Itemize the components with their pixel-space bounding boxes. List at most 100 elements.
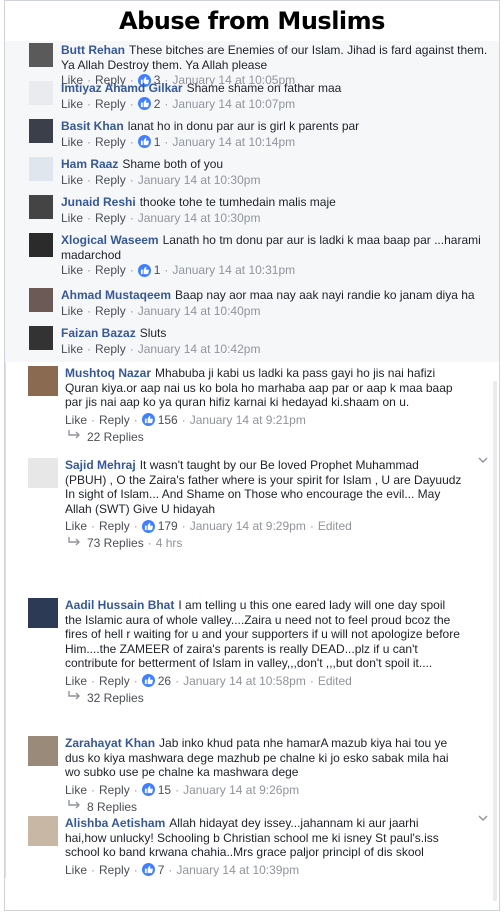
commenter-name[interactable]: Zarahayat Khan — [65, 736, 155, 750]
avatar[interactable] — [28, 816, 58, 846]
comment: Imtiyaz Ahamd Gilkar Shame shame on fatha… — [29, 79, 493, 117]
commenter-name[interactable]: Butt Rehan — [61, 43, 125, 57]
like-button[interactable]: Like — [65, 782, 87, 798]
avatar[interactable] — [29, 157, 53, 181]
timestamp[interactable]: January 14 at 10:40pm — [138, 303, 261, 319]
comment-actions: Like · Reply · January 14 at 10:42pm — [61, 341, 261, 357]
comment: Junaid Reshi thooke tohe te tumhedain mal… — [29, 193, 493, 231]
like-button[interactable]: Like — [61, 134, 83, 150]
thumbs-up-icon — [141, 413, 155, 426]
like-button[interactable]: Like — [65, 412, 87, 428]
like-count[interactable]: 15 — [141, 782, 171, 798]
comment-text: Junaid Reshi thooke tohe te tumhedain mal… — [61, 195, 336, 209]
view-replies[interactable]: 32 Replies — [65, 689, 463, 707]
reply-button[interactable]: Reply — [95, 134, 126, 150]
avatar[interactable] — [29, 233, 53, 257]
commenter-name[interactable]: Faizan Bazaz — [61, 326, 136, 340]
like-count[interactable]: 179 — [141, 518, 178, 534]
comment-actions: Like · Reply · January 14 at 10:30pm — [61, 210, 261, 226]
timestamp[interactable]: January 14 at 9:29pm — [190, 518, 306, 534]
reply-button[interactable]: Reply — [95, 210, 126, 226]
thumbs-up-icon — [141, 674, 155, 687]
like-button[interactable]: Like — [61, 172, 83, 188]
like-button[interactable]: Like — [61, 210, 83, 226]
commenter-name[interactable]: Xlogical Waseem — [61, 233, 159, 247]
timestamp[interactable]: January 14 at 10:31pm — [172, 262, 295, 278]
reply-button[interactable]: Reply — [95, 172, 126, 188]
commenter-name[interactable]: Mushtoq Nazar — [65, 366, 151, 380]
chevron-down-icon[interactable] — [477, 812, 489, 824]
commenter-name[interactable]: Ham Raaz — [61, 157, 118, 171]
avatar[interactable] — [28, 736, 58, 766]
view-replies[interactable]: 22 Replies — [65, 428, 463, 446]
timestamp[interactable]: January 14 at 10:30pm — [138, 210, 261, 226]
like-count[interactable]: 156 — [141, 412, 178, 428]
view-replies[interactable]: 73 Replies · 4 hrs — [65, 534, 463, 552]
commenter-name[interactable]: Basit Khan — [61, 119, 124, 133]
chevron-down-icon[interactable] — [477, 454, 489, 466]
timestamp[interactable]: January 14 at 9:21pm — [190, 412, 306, 428]
comment-text: Imtiyaz Ahamd Gilkar Shame shame on fatha… — [61, 81, 342, 95]
reply-button[interactable]: Reply — [99, 518, 130, 534]
like-count[interactable]: 2 — [137, 96, 160, 112]
timestamp[interactable]: January 14 at 9:26pm — [183, 782, 299, 798]
timestamp[interactable]: January 14 at 10:42pm — [138, 341, 261, 357]
timestamp[interactable]: January 14 at 10:39pm — [176, 862, 299, 878]
avatar[interactable] — [28, 598, 58, 628]
timestamp[interactable]: January 14 at 10:30pm — [138, 172, 261, 188]
like-button[interactable]: Like — [65, 518, 87, 534]
like-button[interactable]: Like — [61, 96, 83, 112]
commenter-name[interactable]: Junaid Reshi — [61, 195, 136, 209]
comment-text: Ahmad Mustaqeem Baap nay aor maa nay aak … — [61, 288, 475, 302]
like-button[interactable]: Like — [61, 303, 83, 319]
like-button[interactable]: Like — [65, 673, 87, 689]
comments-panel-top: Butt Rehan These bitches are Enemies of o… — [5, 41, 499, 362]
reply-button[interactable]: Reply — [95, 96, 126, 112]
comment: Ahmad Mustaqeem Baap nay aor maa nay aak … — [29, 286, 493, 324]
avatar[interactable] — [28, 458, 58, 488]
comment-text: Butt Rehan These bitches are Enemies of o… — [61, 43, 488, 72]
like-count[interactable]: 7 — [141, 862, 164, 878]
reply-button[interactable]: Reply — [95, 341, 126, 357]
avatar[interactable] — [29, 288, 53, 312]
timestamp[interactable]: January 14 at 10:58pm — [183, 673, 306, 689]
edited-label[interactable]: Edited — [318, 673, 352, 689]
comment-text: Mushtoq Nazar Mhabuba ji kabi us ladki ka… — [65, 366, 453, 409]
like-count[interactable]: 1 — [137, 134, 160, 150]
screenshot-frame: Abuse from Muslims Butt Rehan These bitch… — [4, 0, 500, 911]
like-button[interactable]: Like — [61, 341, 83, 357]
reply-button[interactable]: Reply — [99, 862, 130, 878]
commenter-name[interactable]: Imtiyaz Ahamd Gilkar — [61, 81, 183, 95]
reply-button[interactable]: Reply — [95, 303, 126, 319]
avatar[interactable] — [29, 195, 53, 219]
commenter-name[interactable]: Aadil Hussain Bhat — [65, 598, 174, 612]
reply-button[interactable]: Reply — [99, 412, 130, 428]
avatar[interactable] — [29, 326, 53, 350]
avatar[interactable] — [28, 366, 58, 396]
comment-actions: Like · Reply · 7 · January 14 at 10:39pm — [65, 862, 300, 878]
commenter-name[interactable]: Alishba Aetisham — [65, 816, 165, 830]
commenter-name[interactable]: Ahmad Mustaqeem — [61, 288, 171, 302]
scrollbar[interactable] — [493, 381, 497, 901]
edited-label[interactable]: Edited — [318, 518, 352, 534]
avatar[interactable] — [29, 81, 53, 105]
comment: Butt Rehan These bitches are Enemies of o… — [29, 41, 493, 87]
reply-button[interactable]: Reply — [99, 673, 130, 689]
comment: Basit Khan lanat ho in donu par aur is gi… — [29, 117, 493, 155]
reply-button[interactable]: Reply — [99, 782, 130, 798]
avatar[interactable] — [29, 119, 53, 143]
thumbs-up-icon — [137, 263, 151, 277]
reply-button[interactable]: Reply — [95, 262, 126, 278]
commenter-name[interactable]: Sajid Mehraj — [65, 458, 136, 472]
like-count[interactable]: 26 — [141, 673, 171, 689]
like-button[interactable]: Like — [61, 262, 83, 278]
avatar[interactable] — [29, 43, 53, 67]
timestamp[interactable]: January 14 at 10:14pm — [172, 134, 295, 150]
comment-actions: Like · Reply · 156 · January 14 at 9:21pm — [65, 412, 306, 428]
thumbs-up-icon — [141, 519, 155, 533]
title-bar: Abuse from Muslims — [5, 1, 499, 41]
like-button[interactable]: Like — [65, 862, 87, 878]
like-count[interactable]: 1 — [137, 262, 160, 278]
comment-actions: Like · Reply · 179 · January 14 at 9:29pm · E… — [65, 518, 352, 534]
timestamp[interactable]: January 14 at 10:07pm — [172, 96, 295, 112]
